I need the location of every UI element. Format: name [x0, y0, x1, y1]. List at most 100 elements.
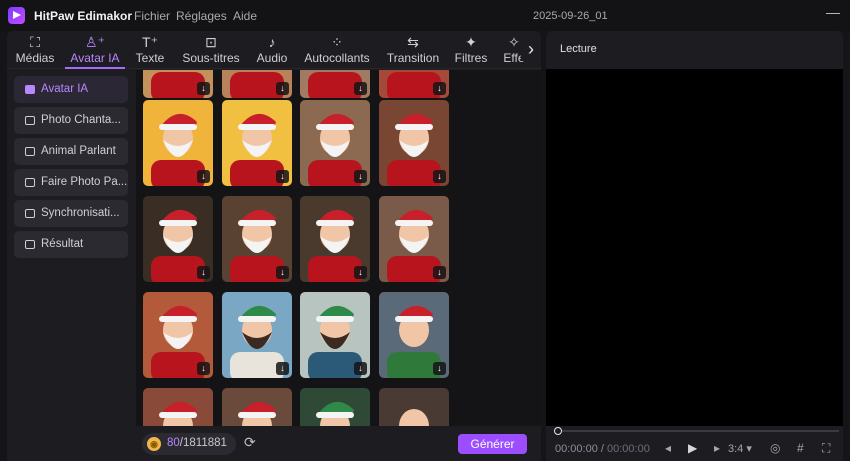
sidebar-item-animal-parlant[interactable]: Animal Parlant	[14, 138, 128, 165]
subtitles-icon: ⊡	[205, 34, 217, 50]
tab-autocollants[interactable]: ⁘ Autocollants	[302, 33, 372, 69]
toolbar-next-button[interactable]: ›	[521, 39, 541, 61]
progress-knob[interactable]	[554, 427, 562, 435]
title-bar: HitPaw Edimakor Fichier Réglages Aide 20…	[0, 0, 850, 31]
credits-bar: ◉ 80/1811881 ⟳ Générer	[136, 426, 541, 461]
download-icon[interactable]: ↓	[276, 362, 289, 375]
minimize-button[interactable]: —	[826, 4, 840, 20]
avatar-thumbnail-santa[interactable]: ↓	[300, 196, 370, 282]
tab-label: Autocollants	[304, 51, 370, 65]
avatar-thumbnail-man-green-hat[interactable]: ↓	[300, 292, 370, 378]
avatar-thumbnail-santa[interactable]: ↓	[300, 70, 370, 98]
download-icon[interactable]: ↓	[433, 82, 446, 95]
download-icon[interactable]: ↓	[433, 266, 446, 279]
download-icon[interactable]: ↓	[276, 266, 289, 279]
menu-fichier[interactable]: Fichier	[134, 9, 170, 23]
download-icon[interactable]: ↓	[354, 170, 367, 183]
video-preview[interactable]	[546, 69, 843, 426]
download-icon[interactable]: ↓	[276, 170, 289, 183]
aspect-ratio-value: 3:4	[728, 443, 744, 455]
tab-avatar-ia[interactable]: ♙⁺ Avatar IA	[65, 33, 125, 69]
avatar-thumbnail-santa[interactable]: ↓	[300, 100, 370, 186]
avatar-thumbnail-santa[interactable]: ↓	[143, 100, 213, 186]
download-icon[interactable]: ↓	[433, 170, 446, 183]
text-icon: T⁺	[142, 34, 158, 50]
credits-counter: 80/1811881	[167, 437, 227, 449]
download-icon[interactable]: ↓	[197, 266, 210, 279]
avatar-thumbnail-santa[interactable]: ↓	[379, 196, 449, 282]
crop-icon[interactable]: #	[797, 441, 804, 455]
menu-reglages[interactable]: Réglages	[176, 9, 227, 23]
download-icon[interactable]: ↓	[354, 362, 367, 375]
sidebar-item-label: Animal Parlant	[41, 145, 116, 157]
sidebar-item-resultat[interactable]: Résultat	[14, 231, 128, 258]
media-toolbar: ⛶ Médias ♙⁺ Avatar IA T⁺ Texte ⊡ Sous-ti…	[7, 31, 541, 69]
tab-label: Texte	[135, 51, 165, 65]
menu-aide[interactable]: Aide	[233, 9, 257, 23]
tab-label: Filtres	[454, 51, 488, 65]
play-icon[interactable]: ▶	[688, 441, 697, 455]
left-panel: ⛶ Médias ♙⁺ Avatar IA T⁺ Texte ⊡ Sous-ti…	[7, 31, 541, 461]
generate-button[interactable]: Générer	[458, 434, 527, 454]
document-title: 2025-09-26_01	[533, 10, 608, 22]
preview-panel: Lecture 00:00:00 / 00:00:00 ◂ ▶ ▸ 3:4 ▾ …	[546, 31, 843, 461]
talking-animal-icon	[25, 147, 35, 156]
sidebar-item-avatar-ia[interactable]: Avatar IA	[14, 76, 128, 103]
avatar-thumbnail-santa[interactable]: ↓	[222, 196, 292, 282]
coin-icon: ◉	[147, 437, 161, 451]
avatar-thumbnail-santa[interactable]: ↓	[143, 70, 213, 98]
avatar-thumbnail-santa[interactable]: ↓	[222, 70, 292, 98]
download-icon[interactable]: ↓	[197, 362, 210, 375]
download-icon[interactable]: ↓	[197, 170, 210, 183]
avatar-thumbnail-santa[interactable]: ↓	[379, 70, 449, 98]
avatar-thumbnail-elf[interactable]: ↓	[379, 292, 449, 378]
avatar-thumbnail-santa[interactable]: ↓	[379, 100, 449, 186]
sidebar-item-faire-photo-parler[interactable]: Faire Photo Pa...	[14, 169, 128, 196]
avatar-gallery: ↓↓↓↓↓↓↓↓↓↓↓↓↓↓↓↓↓↓↓↓	[136, 70, 541, 461]
tab-filtres[interactable]: ✦ Filtres	[453, 33, 489, 69]
timecode-separator: /	[597, 443, 607, 455]
player-title: Lecture	[560, 43, 597, 55]
download-icon[interactable]: ↓	[354, 82, 367, 95]
tab-label: Audio	[256, 51, 288, 65]
avatar-thumbnail-man-green-hat[interactable]: ↓	[222, 292, 292, 378]
tab-medias[interactable]: ⛶ Médias	[13, 33, 57, 69]
avatar-thumbnail-santa[interactable]: ↓	[143, 292, 213, 378]
progress-slider[interactable]	[554, 427, 839, 435]
previous-frame-icon[interactable]: ◂	[665, 441, 671, 455]
next-frame-icon[interactable]: ▸	[714, 441, 720, 455]
sidebar-item-synchronisation[interactable]: Synchronisati...	[14, 200, 128, 227]
aspect-ratio-select[interactable]: 3:4 ▾	[728, 442, 752, 455]
audio-icon: ♪	[268, 34, 276, 50]
fullscreen-icon[interactable]: ⛶	[822, 441, 830, 456]
snapshot-icon[interactable]: ◎	[770, 441, 780, 455]
singing-photo-icon	[25, 116, 35, 125]
tab-texte[interactable]: T⁺ Texte	[133, 33, 167, 69]
filters-icon: ✦	[465, 34, 477, 50]
tab-sous-titres[interactable]: ⊡ Sous-titres	[179, 33, 243, 69]
download-icon[interactable]: ↓	[354, 266, 367, 279]
avatar-thumbnail-santa[interactable]: ↓	[143, 196, 213, 282]
transition-icon: ⇆	[407, 34, 419, 50]
tab-transition[interactable]: ⇆ Transition	[385, 33, 441, 69]
app-name: HitPaw Edimakor	[34, 9, 133, 23]
sync-icon	[25, 209, 35, 218]
sidebar-item-photo-chantante[interactable]: Photo Chanta...	[14, 107, 128, 134]
stickers-icon: ⁘	[331, 34, 343, 50]
ai-avatar-icon: ♙⁺	[85, 34, 105, 50]
timecode: 00:00:00 / 00:00:00	[555, 443, 650, 455]
credits-pill: ◉ 80/1811881	[142, 433, 236, 455]
download-icon[interactable]: ↓	[433, 362, 446, 375]
refresh-icon[interactable]: ⟳	[244, 434, 256, 451]
sidebar-item-label: Résultat	[41, 238, 84, 250]
download-icon[interactable]: ↓	[197, 82, 210, 95]
chevron-down-icon: ▾	[746, 443, 752, 455]
download-icon[interactable]: ↓	[276, 82, 289, 95]
timecode-current: 00:00:00	[555, 443, 598, 455]
avatar-thumbnail-santa[interactable]: ↓	[222, 100, 292, 186]
tab-label: Sous-titres	[182, 51, 240, 65]
credits-used: 80	[167, 437, 180, 449]
timecode-total: 00:00:00	[607, 443, 650, 455]
app-logo-icon	[8, 7, 25, 24]
tab-audio[interactable]: ♪ Audio	[254, 33, 290, 69]
